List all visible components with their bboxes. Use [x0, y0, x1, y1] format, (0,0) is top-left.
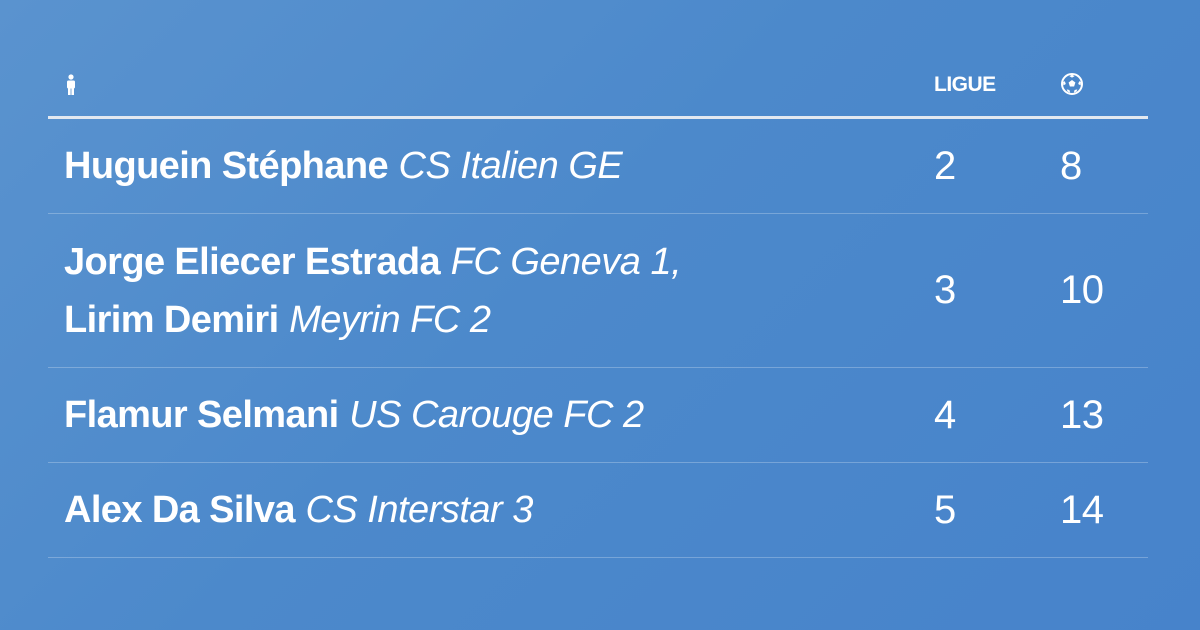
person-icon	[64, 74, 78, 101]
player-name: Flamur Selmani	[64, 394, 339, 436]
player-name: Huguein Stéphane	[64, 145, 389, 187]
players-cell: Huguein Stéphane CS Italien GE	[64, 137, 864, 195]
player-club: CS Italien GE	[398, 145, 623, 187]
table-row: Jorge Eliecer Estrada FC Geneva 1, Lirim…	[48, 214, 1148, 368]
table-header: LIGUE	[48, 62, 1148, 119]
goals-value: 10	[1060, 268, 1104, 312]
player-club: CS Interstar 3	[305, 489, 533, 531]
player-entry: Huguein Stéphane CS Italien GE	[64, 137, 864, 195]
ligue-value: 3	[934, 268, 956, 312]
ligue-value: 5	[934, 487, 956, 532]
player-name: Lirim Demiri	[64, 298, 279, 341]
table-row: Huguein Stéphane CS Italien GE 2 8	[48, 119, 1148, 214]
goals-value: 8	[1060, 143, 1082, 188]
player-entry: Alex Da Silva CS Interstar 3	[64, 481, 864, 539]
players-cell: Jorge Eliecer Estrada FC Geneva 1, Lirim…	[64, 233, 864, 349]
scorers-table: LIGUE Huguein Stéphane CS Italien GE 2 8	[48, 62, 1148, 558]
column-header-ligue: LIGUE	[934, 73, 996, 96]
player-entry: Lirim Demiri Meyrin FC 2	[64, 291, 864, 349]
player-name: Jorge Eliecer Estrada	[64, 240, 441, 283]
player-club: US Carouge FC 2	[349, 394, 644, 436]
player-club: Meyrin FC 2	[289, 298, 491, 341]
soccer-ball-icon	[1060, 72, 1084, 101]
table-row: Flamur Selmani US Carouge FC 2 4 13	[48, 368, 1148, 463]
player-name: Alex Da Silva	[64, 489, 295, 531]
ligue-value: 2	[934, 143, 956, 188]
player-entry: Jorge Eliecer Estrada FC Geneva 1,	[64, 233, 864, 291]
player-club: FC Geneva 1,	[450, 240, 682, 283]
table-row: Alex Da Silva CS Interstar 3 5 14	[48, 463, 1148, 558]
player-entry: Flamur Selmani US Carouge FC 2	[64, 386, 864, 444]
ligue-value: 4	[934, 392, 956, 437]
goals-value: 13	[1060, 392, 1104, 437]
players-cell: Flamur Selmani US Carouge FC 2	[64, 386, 864, 444]
goals-value: 14	[1060, 487, 1104, 532]
players-cell: Alex Da Silva CS Interstar 3	[64, 481, 864, 539]
